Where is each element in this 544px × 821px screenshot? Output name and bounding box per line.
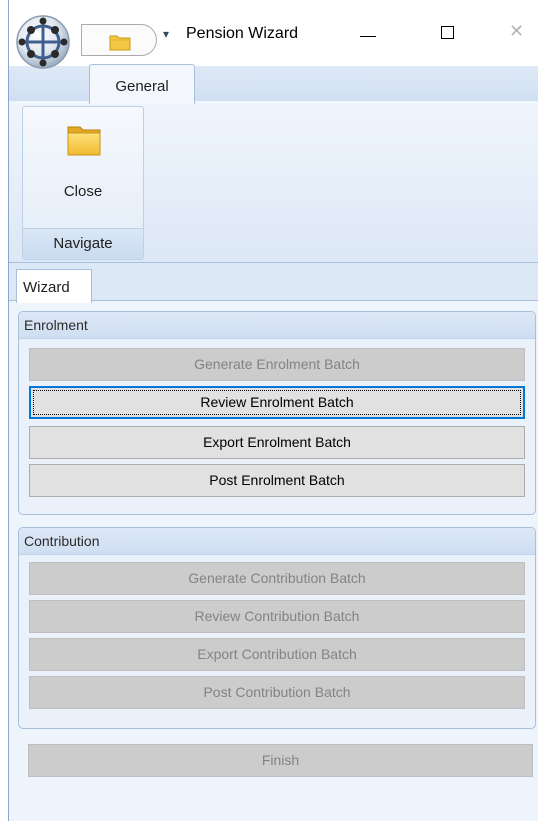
generate-contribution-batch-button[interactable]: Generate Contribution Batch	[29, 562, 525, 595]
tab-wizard[interactable]: Wizard	[16, 269, 92, 303]
folder-icon	[66, 121, 102, 162]
ribbon-tab-general[interactable]: General	[89, 64, 195, 104]
close-command-button[interactable]: Close	[23, 107, 143, 227]
finish-button[interactable]: Finish	[28, 744, 533, 777]
close-window-button[interactable]: ✕	[499, 14, 539, 54]
post-enrolment-batch-button[interactable]: Post Enrolment Batch	[29, 464, 525, 497]
minimize-button[interactable]	[344, 14, 390, 54]
review-contribution-batch-button[interactable]: Review Contribution Batch	[29, 600, 525, 633]
close-command-label: Close	[63, 183, 103, 200]
close-icon: ✕	[509, 21, 525, 41]
export-enrolment-batch-button[interactable]: Export Enrolment Batch	[29, 426, 525, 459]
ribbon-panel: Close Navigate	[9, 101, 538, 263]
focus-ring	[33, 390, 521, 415]
contribution-group: Contribution Generate Contribution Batch…	[18, 527, 536, 729]
maximize-button[interactable]	[424, 14, 470, 54]
pension-wizard-window: ▾ Pension Wizard ✕ General Close Navigat…	[8, 0, 538, 821]
enrolment-group-title: Enrolment	[19, 312, 535, 339]
contribution-group-title: Contribution	[19, 528, 535, 555]
ribbon-group-navigate: Close Navigate	[22, 106, 144, 260]
ribbon-group-caption: Navigate	[23, 228, 143, 259]
folder-icon[interactable]	[109, 33, 131, 56]
window-title: Pension Wizard	[186, 25, 299, 42]
enrolment-group: Enrolment Generate Enrolment Batch Revie…	[18, 311, 536, 515]
review-enrolment-batch-button[interactable]: Review Enrolment Batch	[29, 386, 525, 419]
app-logo-icon[interactable]	[15, 14, 71, 70]
post-contribution-batch-button[interactable]: Post Contribution Batch	[29, 676, 525, 709]
background-edge-left	[0, 0, 8, 821]
quick-access-toolbar	[81, 24, 157, 56]
export-contribution-batch-button[interactable]: Export Contribution Batch	[29, 638, 525, 671]
generate-enrolment-batch-button[interactable]: Generate Enrolment Batch	[29, 348, 525, 381]
qat-customize-dropdown-icon[interactable]: ▾	[163, 27, 169, 41]
minimize-icon	[360, 36, 376, 37]
maximize-icon	[441, 26, 454, 39]
